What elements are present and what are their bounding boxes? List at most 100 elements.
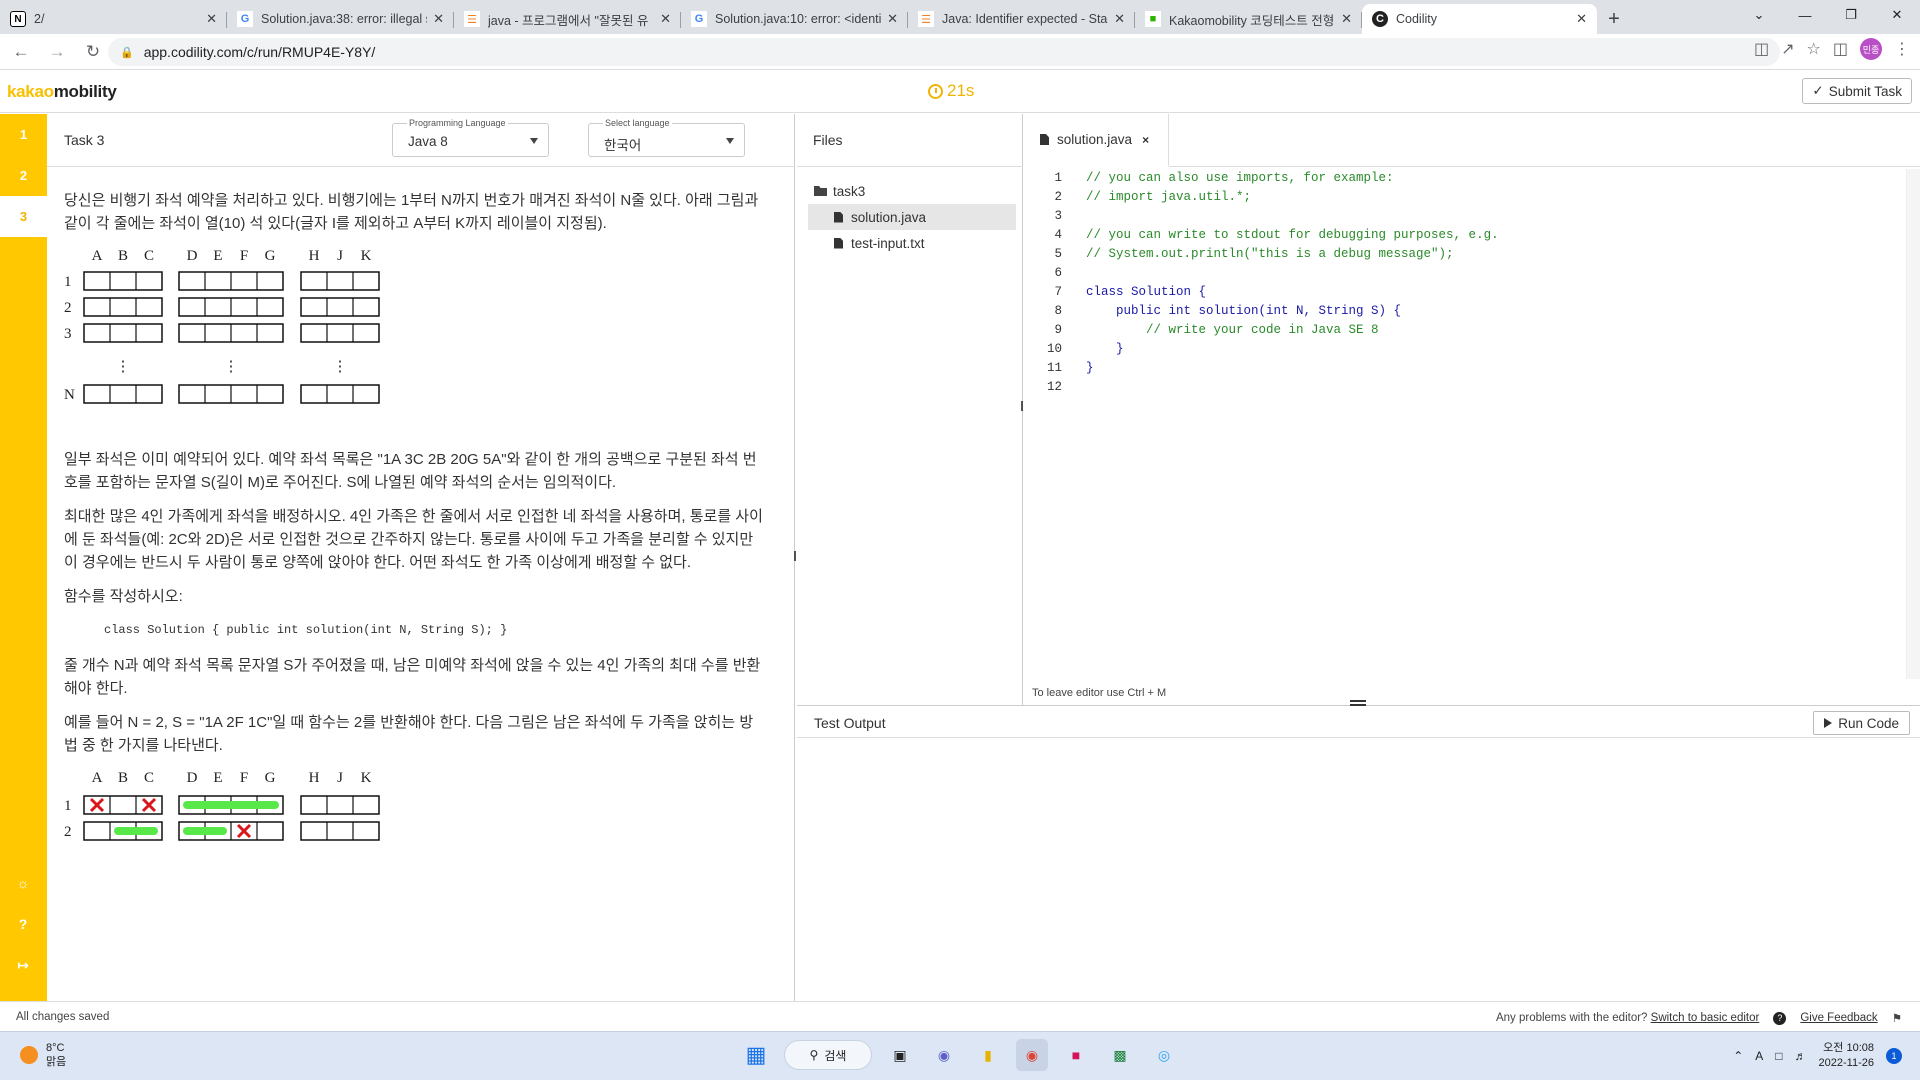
share-icon[interactable]: ↗ (1781, 39, 1794, 59)
browser-tab[interactable]: C Codility ✕ (1362, 4, 1597, 34)
file-test-input[interactable]: test-input.txt (808, 230, 1016, 256)
seat-block (83, 384, 163, 404)
folder-task3[interactable]: task3 (808, 178, 1016, 204)
task-nav-item-2[interactable]: 2 (0, 155, 47, 196)
seat-column-label: H (309, 248, 320, 264)
code-line[interactable]: 9 // write your code in Java SE 8 (1024, 321, 1920, 340)
weather-widget[interactable]: 8°C 맑음 (20, 1041, 66, 1069)
close-icon[interactable]: ✕ (1114, 11, 1125, 27)
code-line[interactable]: 2 // import java.util.*; (1024, 188, 1920, 207)
notification-badge[interactable]: 1 (1886, 1048, 1902, 1064)
windows-start-icon[interactable]: ▦ (740, 1039, 772, 1071)
task-view-icon[interactable]: ▣ (884, 1039, 916, 1071)
minimize-icon[interactable]: — (1782, 0, 1828, 30)
new-tab-button[interactable]: + (1597, 4, 1631, 34)
reload-icon[interactable]: ↻ (78, 37, 108, 67)
network-icon[interactable]: □ (1775, 1049, 1782, 1063)
browser-tab[interactable]: ■ Kakaomobility 코딩테스트 전형 ✕ (1135, 4, 1362, 34)
forward-icon[interactable]: → (42, 37, 72, 67)
browser-tab[interactable]: G Solution.java:38: error: illegal st ✕ (227, 4, 454, 34)
bookmark-star-icon[interactable]: ☆ (1807, 39, 1821, 59)
close-icon[interactable]: ✕ (1576, 11, 1587, 27)
files-title: Files (797, 114, 1023, 167)
code-lines[interactable]: 1 // you can also use imports, for exampl… (1024, 169, 1920, 397)
programming-language-value: Java 8 (408, 134, 448, 149)
profile-avatar[interactable]: 민종 (1860, 38, 1882, 60)
code-line[interactable]: 8 public int solution(int N, String S) { (1024, 302, 1920, 321)
code-line[interactable]: 4 // you can write to stdout for debuggin… (1024, 226, 1920, 245)
url-text: app.codility.com/c/run/RMUP4E-Y8Y/ (143, 44, 376, 60)
back-icon[interactable]: ← (6, 37, 36, 67)
accessibility-icon[interactable]: ☼ (12, 872, 34, 894)
screen: N 2/ ✕ G Solution.java:38: error: illegal st… (0, 0, 1920, 1080)
line-number: 4 (1054, 228, 1062, 242)
clock[interactable]: 오전 10:08 2022-11-26 (1819, 1041, 1874, 1071)
code-editor[interactable]: solution.java × 1 // you can also use imp… (1024, 114, 1920, 705)
seat-column-label: J (337, 248, 343, 264)
url-field[interactable]: 🔒 app.codility.com/c/run/RMUP4E-Y8Y/ (108, 38, 1780, 66)
search-label: 검색 (824, 1048, 847, 1063)
ui-language-select[interactable]: Select language 한국어 (588, 118, 745, 157)
file-label: solution.java (851, 209, 927, 225)
weather-condition: 맑음 (46, 1056, 67, 1068)
input-method-icon[interactable]: A (1755, 1049, 1763, 1063)
browser-tab[interactable]: ☰ java - 프로그램에서 "잘못된 유 ✕ (454, 4, 681, 34)
editor-scrollbar[interactable] (1906, 169, 1920, 679)
submit-task-button[interactable]: ✓ Submit Task (1802, 78, 1912, 104)
code-line[interactable]: 1 // you can also use imports, for exampl… (1024, 169, 1920, 188)
give-feedback-link[interactable]: Give Feedback (1800, 1012, 1877, 1024)
code-line[interactable]: 10 } (1024, 340, 1920, 359)
code-line[interactable]: 6 (1024, 264, 1920, 283)
code-line[interactable]: 11} (1024, 359, 1920, 378)
browser-tab[interactable]: G Solution.java:10: error: <identifi ✕ (681, 4, 908, 34)
volume-icon[interactable]: ♬ (1795, 1049, 1807, 1063)
task-description: 당신은 비행기 좌석 예약을 처리하고 있다. 비행기에는 1부터 N까지 번호… (64, 189, 764, 989)
chat-icon[interactable]: ◉ (928, 1039, 960, 1071)
code-text: // write your code in Java SE 8 (1086, 323, 1379, 337)
browser-tab[interactable]: N 2/ ✕ (0, 4, 227, 34)
browser-app-icon[interactable]: ◎ (1148, 1039, 1180, 1071)
seat-block (83, 271, 163, 291)
close-window-icon[interactable]: ✕ (1874, 0, 1920, 30)
restore-icon[interactable]: ❐ (1828, 0, 1874, 30)
code-line[interactable]: 12 (1024, 378, 1920, 397)
browser-tab[interactable]: ☰ Java: Identifier expected - Stack ✕ (908, 4, 1135, 34)
line-number: 2 (1054, 190, 1062, 204)
kakaomobility-logo: kakaomobility (7, 82, 117, 101)
switch-basic-editor-link[interactable]: Switch to basic editor (1651, 1012, 1760, 1024)
seat-column-label: J (337, 770, 343, 786)
close-icon[interactable]: ✕ (206, 11, 217, 27)
close-icon[interactable]: × (1142, 133, 1149, 147)
close-icon[interactable]: ✕ (887, 11, 898, 27)
close-icon[interactable]: ✕ (433, 11, 444, 27)
exit-icon[interactable]: ↦ (12, 954, 34, 976)
code-line[interactable]: 3 (1024, 207, 1920, 226)
file-solution-java[interactable]: solution.java (808, 204, 1016, 230)
flag-icon[interactable]: ⚑ (1892, 1011, 1902, 1025)
browser-tab-title: Solution.java:10: error: <identifi (715, 12, 882, 26)
chrome-icon[interactable]: ◉ (1016, 1039, 1048, 1071)
seat-block (300, 271, 380, 291)
run-code-button[interactable]: Run Code (1813, 711, 1910, 735)
chevron-up-icon[interactable]: ⌃ (1733, 1049, 1743, 1063)
help-icon[interactable]: ? (1773, 1011, 1787, 1025)
tab-search-icon[interactable]: ⌄ (1736, 0, 1782, 30)
code-line[interactable]: 7 class Solution { (1024, 283, 1920, 302)
close-icon[interactable]: ✕ (660, 11, 671, 27)
task-nav-item-1[interactable]: 1 (0, 114, 47, 155)
programming-language-select[interactable]: Programming Language Java 8 (392, 118, 549, 157)
taskbar-search[interactable]: ⚲ 검색 (784, 1040, 872, 1070)
help-icon[interactable]: ? (12, 913, 34, 935)
browser-menu-icon[interactable]: ⋮ (1894, 39, 1910, 59)
seat-column-label: D (187, 770, 198, 786)
editor-tab-solution-java[interactable]: solution.java × (1024, 114, 1169, 167)
sheets-icon[interactable]: ▩ (1104, 1039, 1136, 1071)
task-nav-item-3[interactable]: 3 (0, 196, 47, 237)
intellij-icon[interactable]: ■ (1060, 1039, 1092, 1071)
file-explorer-icon[interactable]: ▮ (972, 1039, 1004, 1071)
translate-icon[interactable]: ◫ (1754, 39, 1769, 59)
google-icon: G (691, 11, 707, 27)
code-line[interactable]: 5 // System.out.println("this is a debug … (1024, 245, 1920, 264)
close-icon[interactable]: ✕ (1341, 11, 1352, 27)
side-panel-icon[interactable]: ◫ (1833, 39, 1848, 59)
